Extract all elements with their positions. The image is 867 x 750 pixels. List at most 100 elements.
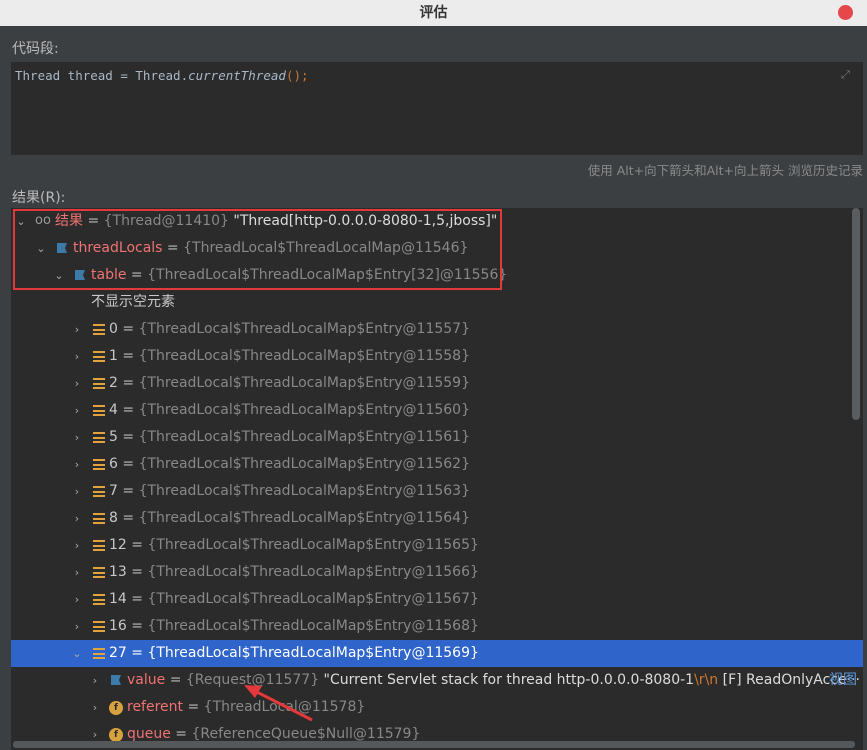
array-element-icon (93, 432, 105, 443)
view-link[interactable]: 视图 (829, 667, 857, 694)
equals-sign: = (117, 348, 139, 364)
equals-sign: = (117, 321, 139, 337)
tree-row-empty-note[interactable]: 不显示空元素 (11, 289, 863, 316)
equals-sign: = (83, 213, 104, 229)
tree-row-text: 27 = {ThreadLocal$ThreadLocalMap$Entry@1… (109, 640, 479, 667)
object-ref: {ThreadLocal$ThreadLocalMap$Entry@11563} (138, 483, 470, 499)
tree-row-text: 2 = {ThreadLocal$ThreadLocalMap$Entry@11… (109, 370, 470, 397)
chevron-right-icon[interactable]: › (89, 694, 101, 721)
vertical-scrollbar[interactable] (852, 208, 860, 420)
array-element-icon (93, 378, 105, 389)
tree-row-text: 6 = {ThreadLocal$ThreadLocalMap$Entry@11… (109, 451, 470, 478)
tree-row-text: referent = {ThreadLocal@11578} (127, 694, 365, 721)
object-ref: {ThreadLocal$ThreadLocalMap$Entry@11559} (138, 375, 470, 391)
equals-sign: = (117, 456, 139, 472)
object-ref: {ThreadLocal$ThreadLocalMap$Entry@11561} (138, 429, 470, 445)
field-f-icon: f (109, 701, 123, 715)
tree-row-entry[interactable]: › 16 = {ThreadLocal$ThreadLocalMap$Entry@… (11, 613, 863, 640)
entry-index: 8 (109, 510, 118, 526)
tree-row-root[interactable]: ⌄ oo 结果 = {Thread@11410} "Thread[http-0.… (11, 208, 863, 235)
tree-row-entry[interactable]: › 7 = {ThreadLocal$ThreadLocalMap$Entry@1… (11, 478, 863, 505)
tree-row-entry[interactable]: › 5 = {ThreadLocal$ThreadLocalMap$Entry@1… (11, 424, 863, 451)
field-name: table (91, 267, 127, 283)
chevron-down-icon[interactable]: ⌄ (71, 640, 83, 667)
tree-row-entry[interactable]: › 12 = {ThreadLocal$ThreadLocalMap$Entry@… (11, 532, 863, 559)
array-element-icon (93, 513, 105, 524)
equals-sign: = (117, 375, 139, 391)
equals-sign: = (117, 483, 139, 499)
array-element-icon (93, 459, 105, 470)
tree-row-entry[interactable]: › 4 = {ThreadLocal$ThreadLocalMap$Entry@1… (11, 397, 863, 424)
chevron-right-icon[interactable]: › (71, 613, 83, 640)
code-section-label: 代码段: (12, 41, 59, 57)
window-titlebar: 评估 (0, 0, 867, 26)
chevron-right-icon[interactable]: › (71, 559, 83, 586)
tree-row-entry[interactable]: › 6 = {ThreadLocal$ThreadLocalMap$Entry@1… (11, 451, 863, 478)
chevron-right-icon[interactable]: › (71, 370, 83, 397)
close-window-button[interactable] (838, 5, 853, 20)
chevron-right-icon[interactable]: › (71, 397, 83, 424)
chevron-right-icon[interactable]: › (71, 586, 83, 613)
tree-row-text: table = {ThreadLocal$ThreadLocalMap$Entr… (91, 262, 507, 289)
equals-sign: = (162, 240, 184, 256)
result-tree[interactable]: ⌄ oo 结果 = {Thread@11410} "Thread[http-0.… (11, 208, 863, 750)
equals-sign: = (126, 537, 148, 553)
code-token-plain: Thread thread = Thread. (15, 68, 189, 83)
tree-row-entry[interactable]: ⌄ 27 = {ThreadLocal$ThreadLocalMap$Entry@… (11, 640, 863, 667)
chevron-right-icon[interactable]: › (71, 424, 83, 451)
entry-index: 13 (109, 564, 127, 580)
entry-index: 12 (109, 537, 127, 553)
array-element-icon (93, 648, 105, 659)
chevron-down-icon[interactable]: ⌄ (15, 208, 27, 235)
array-element-icon (93, 351, 105, 362)
object-ref: {ThreadLocal$ThreadLocalMap$Entry@11567} (147, 591, 479, 607)
object-ref: {Thread@11410} (103, 213, 229, 229)
expand-editor-icon[interactable]: ⤢ (841, 69, 853, 81)
entry-index: 5 (109, 429, 118, 445)
chevron-down-icon[interactable]: ⌄ (53, 262, 65, 289)
tree-row-entry[interactable]: › 1 = {ThreadLocal$ThreadLocalMap$Entry@1… (11, 343, 863, 370)
chevron-right-icon[interactable]: › (71, 532, 83, 559)
array-element-icon (93, 324, 105, 335)
tree-row-value[interactable]: › value = {Request@11577} "Current Servl… (11, 667, 863, 694)
tree-row-entry[interactable]: › 14 = {ThreadLocal$ThreadLocalMap$Entry@… (11, 586, 863, 613)
object-ref: {ThreadLocal$ThreadLocalMap$Entry@11560} (138, 402, 470, 418)
chevron-down-icon[interactable]: ⌄ (35, 235, 47, 262)
tree-row-text: 13 = {ThreadLocal$ThreadLocalMap$Entry@1… (109, 559, 479, 586)
chevron-right-icon[interactable]: › (71, 478, 83, 505)
entry-index: 0 (109, 321, 118, 337)
equals-sign: = (117, 510, 139, 526)
result-section-label: 结果(R): (12, 190, 66, 206)
array-element-icon (93, 594, 105, 605)
chevron-right-icon[interactable]: › (71, 343, 83, 370)
equals-sign: = (117, 429, 139, 445)
tree-row-entry[interactable]: › 2 = {ThreadLocal$ThreadLocalMap$Entry@1… (11, 370, 863, 397)
chevron-right-icon[interactable]: › (71, 316, 83, 343)
tree-row-text: 1 = {ThreadLocal$ThreadLocalMap$Entry@11… (109, 343, 470, 370)
tree-row-referent[interactable]: › f referent = {ThreadLocal@11578} (11, 694, 863, 721)
tree-row-entry[interactable]: › 8 = {ThreadLocal$ThreadLocalMap$Entry@1… (11, 505, 863, 532)
window-title: 评估 (419, 5, 448, 21)
watch-glasses-icon: oo (35, 213, 51, 228)
tree-row-threadlocals[interactable]: ⌄ threadLocals = {ThreadLocal$ThreadLoca… (11, 235, 863, 262)
code-editor[interactable]: Thread thread = Thread.currentThread(); … (11, 62, 863, 155)
tree-row-text: 16 = {ThreadLocal$ThreadLocalMap$Entry@1… (109, 613, 479, 640)
equals-sign: = (126, 591, 148, 607)
tree-row-table[interactable]: ⌄ table = {ThreadLocal$ThreadLocalMap$En… (11, 262, 863, 289)
object-ref: {ThreadLocal$ThreadLocalMap$Entry[32]@11… (147, 267, 508, 283)
chevron-right-icon[interactable]: › (71, 505, 83, 532)
array-element-icon (93, 486, 105, 497)
entry-index: 14 (109, 591, 127, 607)
entry-index: 2 (109, 375, 118, 391)
chevron-right-icon[interactable]: › (89, 667, 101, 694)
array-element-icon (93, 621, 105, 632)
horizontal-scrollbar[interactable] (13, 741, 855, 748)
equals-sign: = (165, 672, 186, 688)
chevron-right-icon[interactable]: › (71, 451, 83, 478)
tree-row-entry[interactable]: › 13 = {ThreadLocal$ThreadLocalMap$Entry@… (11, 559, 863, 586)
entry-index: 7 (109, 483, 118, 499)
field-flag-icon (75, 270, 85, 280)
tree-row-entry[interactable]: › 0 = {ThreadLocal$ThreadLocalMap$Entry@1… (11, 316, 863, 343)
tree-row-text: 8 = {ThreadLocal$ThreadLocalMap$Entry@11… (109, 505, 470, 532)
tree-row-text: 4 = {ThreadLocal$ThreadLocalMap$Entry@11… (109, 397, 470, 424)
